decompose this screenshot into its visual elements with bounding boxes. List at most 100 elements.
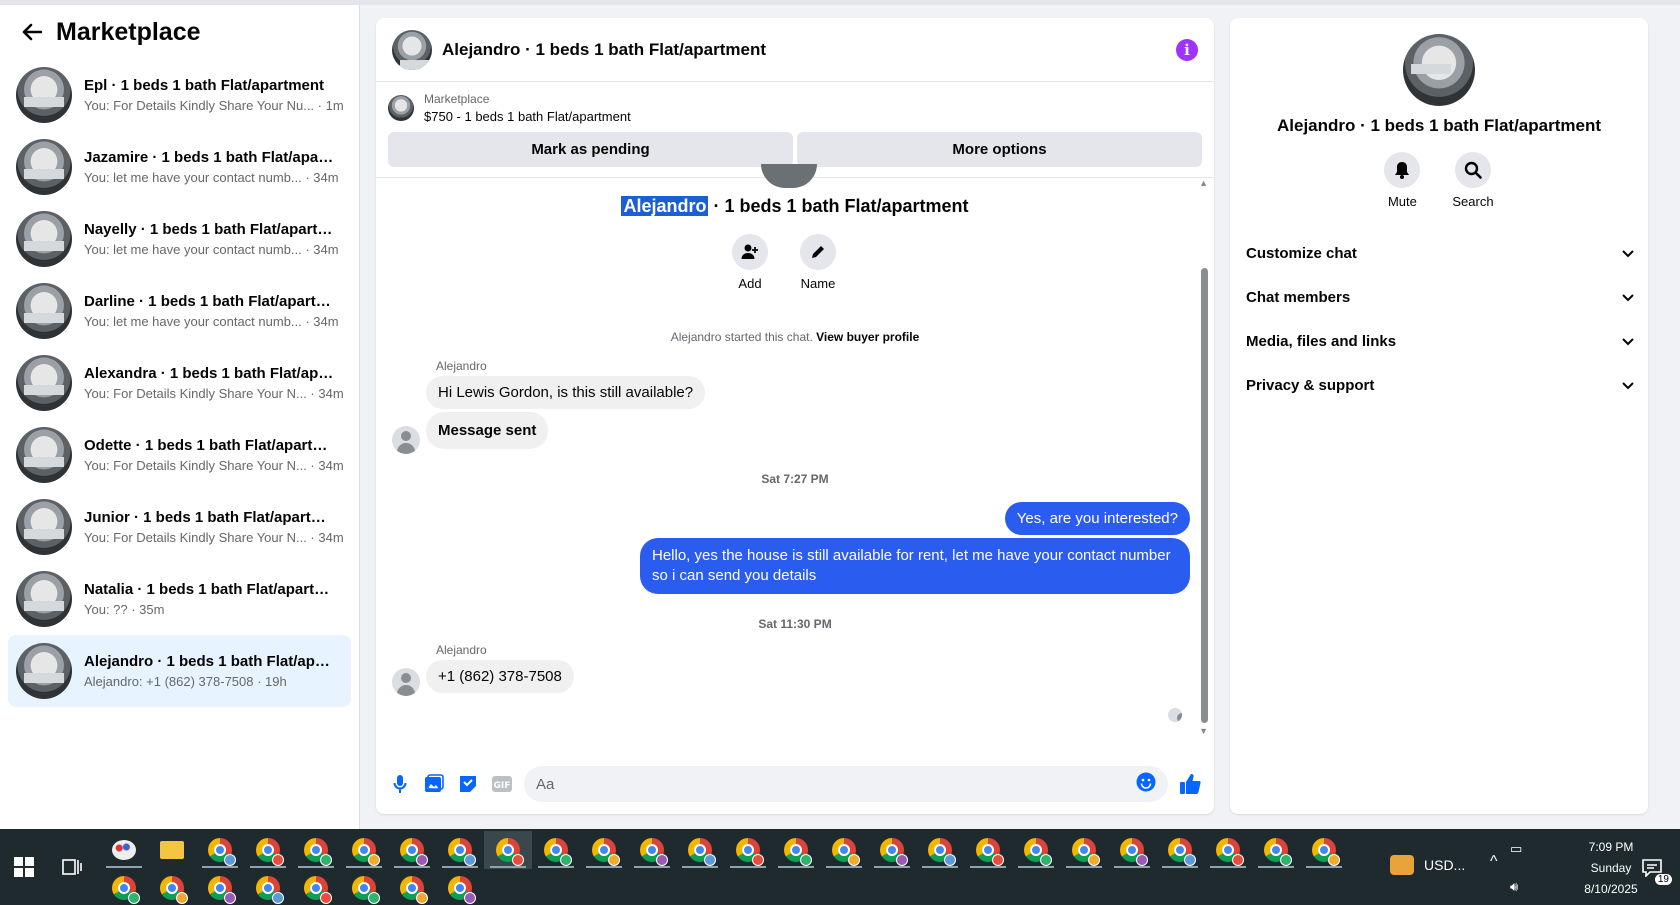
back-arrow-icon[interactable] xyxy=(20,20,44,44)
chrome-window-button[interactable] xyxy=(532,831,580,869)
chrome-window-button[interactable] xyxy=(964,831,1012,869)
volume-icon[interactable]: 🔊︎ xyxy=(1510,879,1518,895)
chat-header-name[interactable]: Alejandro · 1 beds 1 bath Flat/apartment xyxy=(442,40,1176,60)
chrome-window-button[interactable] xyxy=(628,831,676,869)
section-label: Customize chat xyxy=(1246,244,1357,262)
chrome-icon xyxy=(352,838,380,866)
network-icon[interactable]: ▭ xyxy=(1510,841,1522,857)
add-people-button[interactable]: Add xyxy=(732,234,768,291)
gif-icon[interactable]: GIF xyxy=(490,772,514,796)
incoming-message[interactable]: +1 (862) 378-7508 xyxy=(426,660,574,693)
name-label: Name xyxy=(800,276,836,291)
chrome-window-button[interactable] xyxy=(340,831,388,869)
conversation-title: Jazamire · 1 beds 1 bath Flat/apart... xyxy=(84,149,334,166)
search-button[interactable]: Search xyxy=(1452,152,1494,209)
chrome-window-button[interactable] xyxy=(484,831,532,869)
currency-icon[interactable] xyxy=(1390,855,1414,875)
info-sections: Customize chat Chat members Media, files… xyxy=(1230,231,1648,407)
taskbar-apps-row-1 xyxy=(100,831,1348,869)
message-thread[interactable]: ▲ ▼ Alejandro · 1 beds 1 bath Flat/apart… xyxy=(376,164,1214,738)
chrome-window-button[interactable] xyxy=(868,831,916,869)
chrome-window-button[interactable] xyxy=(436,869,484,905)
paint-app-button[interactable] xyxy=(100,831,148,869)
chrome-window-button[interactable] xyxy=(100,869,148,905)
conversation-item[interactable]: Alexandra · 1 beds 1 bath Flat/apar... Yo… xyxy=(8,347,351,419)
add-label: Add xyxy=(738,276,762,291)
windows-start-icon[interactable] xyxy=(14,857,34,877)
scroll-up-arrow-icon[interactable]: ▲ xyxy=(1199,178,1208,188)
chrome-window-button[interactable] xyxy=(388,831,436,869)
chrome-window-button[interactable] xyxy=(340,869,388,905)
conversation-preview: You: For Details Kindly Share Your Nu...… xyxy=(84,98,343,113)
chrome-window-button[interactable] xyxy=(916,831,964,869)
sender-avatar[interactable] xyxy=(392,668,420,696)
emoji-icon[interactable] xyxy=(1136,772,1156,796)
section-media-files-links[interactable]: Media, files and links xyxy=(1230,319,1648,363)
incoming-message[interactable]: Message sent xyxy=(426,412,549,449)
conversation-item[interactable]: Darline · 1 beds 1 bath Flat/apartm... Yo… xyxy=(8,275,351,347)
info-icon[interactable]: i xyxy=(1176,38,1198,61)
section-chat-members[interactable]: Chat members xyxy=(1230,275,1648,319)
conversation-item[interactable]: Odette · 1 beds 1 bath Flat/apartm... You… xyxy=(8,419,351,491)
chrome-window-button[interactable] xyxy=(1156,831,1204,869)
sender-avatar[interactable] xyxy=(392,426,420,454)
conversation-item[interactable]: Jazamire · 1 beds 1 bath Flat/apart... Yo… xyxy=(8,131,351,203)
more-options-button[interactable]: More options xyxy=(797,132,1202,167)
chrome-icon xyxy=(880,838,908,866)
mute-button[interactable]: Mute xyxy=(1384,152,1421,209)
edit-name-button[interactable]: Name xyxy=(800,234,836,291)
conversation-preview: You: let me have your contact numb... · … xyxy=(84,242,339,257)
chrome-window-button[interactable] xyxy=(724,831,772,869)
chrome-window-button[interactable] xyxy=(820,831,868,869)
view-buyer-profile-link[interactable]: View buyer profile xyxy=(816,330,919,344)
chrome-window-button[interactable] xyxy=(388,869,436,905)
chrome-window-button[interactable] xyxy=(1204,831,1252,869)
notification-icon[interactable]: 19 xyxy=(1642,859,1672,885)
chevron-up-icon[interactable]: ^ xyxy=(1490,853,1498,871)
system-tray: USD... ^ ▭ 🔊︎ 7:09 PM Sunday 8/10/2025 1… xyxy=(1380,829,1680,905)
sticker-icon[interactable] xyxy=(456,772,480,796)
currency-widget[interactable]: USD... xyxy=(1424,857,1465,873)
chrome-window-button[interactable] xyxy=(676,831,724,869)
chat-header-avatar[interactable] xyxy=(392,29,432,70)
chrome-window-button[interactable] xyxy=(1300,831,1348,869)
microphone-icon[interactable] xyxy=(388,772,412,796)
chrome-window-button[interactable] xyxy=(1108,831,1156,869)
chrome-window-button[interactable] xyxy=(244,869,292,905)
incoming-message[interactable]: Hi Lewis Gordon, is this still available… xyxy=(426,376,706,409)
chrome-window-button[interactable] xyxy=(772,831,820,869)
chrome-window-button[interactable] xyxy=(196,869,244,905)
chrome-window-button[interactable] xyxy=(292,831,340,869)
outgoing-message[interactable]: Yes, are you interested? xyxy=(1004,502,1190,535)
chrome-window-button[interactable] xyxy=(436,831,484,869)
mute-label: Mute xyxy=(1387,194,1417,209)
conversation-item[interactable]: Junior · 1 beds 1 bath Flat/apartment You… xyxy=(8,491,351,563)
chrome-icon xyxy=(976,838,1004,866)
outgoing-message[interactable]: Hello, yes the house is still available … xyxy=(640,538,1190,594)
folder-icon xyxy=(160,841,184,859)
scroll-down-arrow-icon[interactable]: ▼ xyxy=(1199,726,1208,736)
task-view-icon[interactable] xyxy=(62,857,82,877)
listing-card[interactable]: Marketplace $750 - 1 beds 1 bath Flat/ap… xyxy=(376,82,1214,128)
thumbs-up-icon[interactable] xyxy=(1178,772,1202,796)
conversation-item[interactable]: Epl · 1 beds 1 bath Flat/apartment You: F… xyxy=(8,59,351,131)
section-privacy-support[interactable]: Privacy & support xyxy=(1230,363,1648,407)
mark-as-pending-button[interactable]: Mark as pending xyxy=(388,132,793,167)
profile-avatar[interactable] xyxy=(1403,34,1475,106)
conversation-item[interactable]: Natalia · 1 beds 1 bath Flat/apartm... Yo… xyxy=(8,563,351,635)
chrome-window-button[interactable] xyxy=(1252,831,1300,869)
timestamp: Sat 11:30 PM xyxy=(758,617,832,631)
chrome-window-button[interactable] xyxy=(292,869,340,905)
section-customize-chat[interactable]: Customize chat xyxy=(1230,231,1648,275)
photo-icon[interactable] xyxy=(422,772,446,796)
chrome-window-button[interactable] xyxy=(1012,831,1060,869)
chrome-window-button[interactable] xyxy=(1060,831,1108,869)
conversation-item[interactable]: Alejandro · 1 beds 1 bath Flat/apar... Al… xyxy=(8,635,351,707)
chrome-window-button[interactable] xyxy=(148,869,196,905)
chrome-window-button[interactable] xyxy=(244,831,292,869)
chrome-window-button[interactable] xyxy=(196,831,244,869)
message-input[interactable]: Aa xyxy=(524,766,1168,802)
file-explorer-button[interactable] xyxy=(148,831,196,869)
conversation-item[interactable]: Nayelly · 1 beds 1 bath Flat/apartm... Yo… xyxy=(8,203,351,275)
chrome-window-button[interactable] xyxy=(580,831,628,869)
